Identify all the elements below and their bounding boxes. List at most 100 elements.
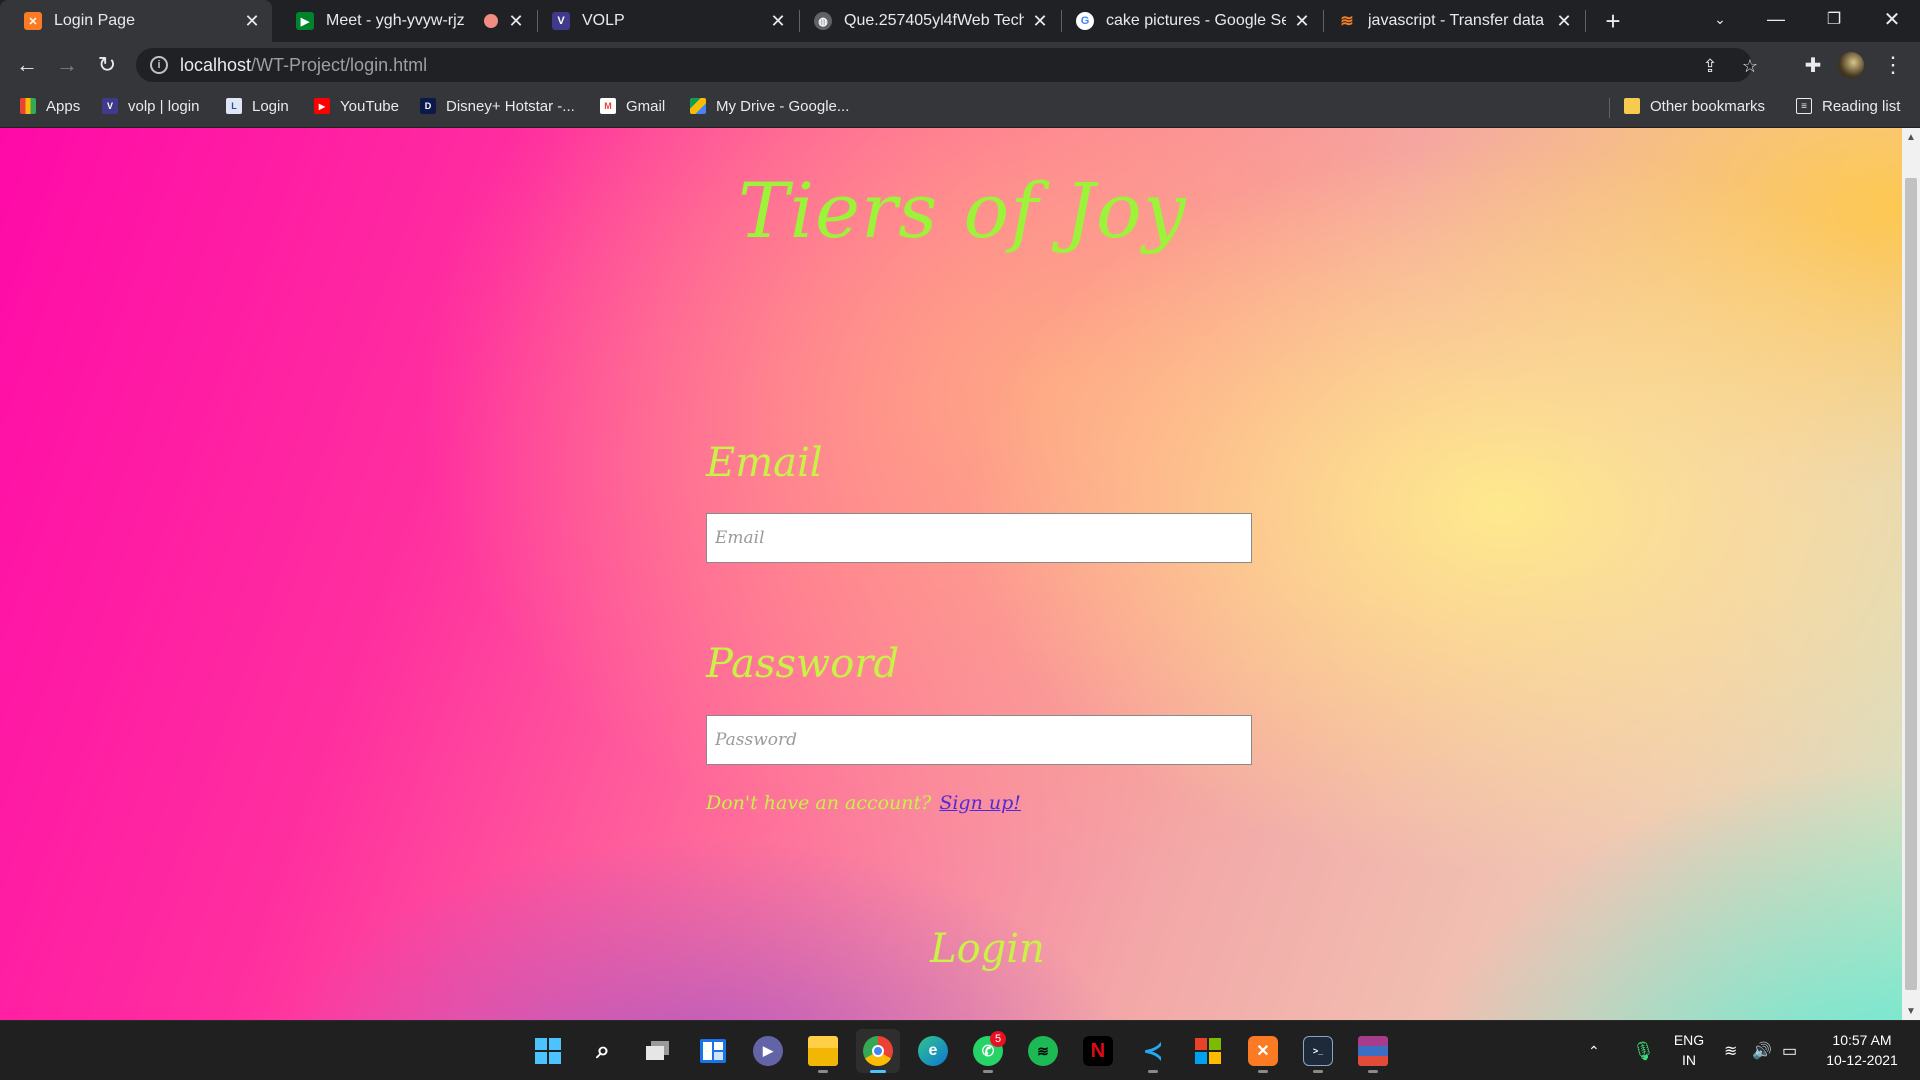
restore-icon[interactable]: ❐ — [1806, 0, 1862, 38]
battery-icon[interactable]: ▭ — [1782, 1021, 1797, 1080]
region-code: IN — [1682, 1052, 1696, 1068]
volp-icon: V — [102, 98, 118, 114]
start-button[interactable] — [526, 1029, 570, 1073]
bookmark-my-drive[interactable]: My Drive - Google... — [690, 88, 849, 124]
close-icon[interactable]: ✕ — [1554, 11, 1574, 31]
profile-avatar[interactable] — [1838, 52, 1864, 78]
page-scrollbar[interactable]: ▲ ▼ — [1902, 128, 1920, 1020]
volume-icon[interactable]: 🔊 — [1752, 1021, 1772, 1080]
wifi-icon[interactable]: ≋ — [1724, 1021, 1737, 1080]
signup-link[interactable]: Sign up! — [939, 792, 1021, 814]
reading-list-button[interactable]: ≡ Reading list — [1796, 88, 1900, 124]
spotify-taskbar-button[interactable]: ≋ — [1021, 1029, 1065, 1073]
spotify-icon: ≋ — [1028, 1036, 1058, 1066]
info-icon[interactable]: i — [150, 56, 168, 74]
reload-icon[interactable]: ↻ — [92, 50, 122, 80]
bookmark-apps[interactable]: Apps — [20, 88, 80, 124]
clock[interactable]: 10:57 AM 10-12-2021 — [1814, 1030, 1910, 1070]
window-close-icon[interactable]: ✕ — [1864, 0, 1920, 38]
bookmark-disney-hotstar[interactable]: D Disney+ Hotstar -... — [420, 88, 575, 124]
teams-chat-button[interactable]: ▶ — [746, 1029, 790, 1073]
tab-javascript-transfer-data[interactable]: ≋ javascript - Transfer data fro ✕ — [1314, 0, 1584, 42]
close-icon[interactable]: ✕ — [768, 11, 788, 31]
notification-badge: 5 — [990, 1031, 1006, 1047]
close-icon[interactable]: ✕ — [242, 11, 262, 31]
bookmark-gmail[interactable]: M Gmail — [600, 88, 665, 124]
back-arrow-icon[interactable]: ← — [12, 50, 42, 80]
tab-search-chevron-icon[interactable]: ⌄ — [1692, 0, 1748, 38]
edge-taskbar-button[interactable]: e — [911, 1029, 955, 1073]
bookmark-login[interactable]: L Login — [226, 88, 289, 124]
bookmark-label: Disney+ Hotstar -... — [446, 97, 575, 115]
login-site-icon: L — [226, 98, 242, 114]
scroll-up-arrow-icon[interactable]: ▲ — [1902, 128, 1920, 146]
address-bar[interactable]: i localhost/WT-Project/login.html ⇪ ☆ — [136, 48, 1758, 82]
scrollbar-thumb[interactable] — [1905, 178, 1917, 990]
reading-list-label: Reading list — [1822, 97, 1901, 115]
file-explorer-button[interactable] — [801, 1029, 845, 1073]
gmail-icon: M — [600, 98, 616, 114]
running-indicator — [1368, 1070, 1378, 1073]
tab-strip: ✕ Login Page ✕ ▶ Meet - ygh-yvyw-rjz ✕ V… — [0, 0, 1920, 42]
search-button[interactable]: ⌕ — [581, 1029, 625, 1073]
share-icon[interactable]: ⇪ — [1700, 56, 1720, 76]
bookmark-label: Apps — [46, 97, 81, 115]
new-tab-plus-icon[interactable]: + — [1598, 6, 1628, 36]
tab-title: Login Page — [54, 12, 135, 29]
microphone-icon[interactable]: 🎙 — [1632, 1021, 1655, 1080]
extensions-puzzle-icon[interactable]: ✚ — [1800, 52, 1826, 78]
youtube-icon: ▶ — [314, 98, 330, 114]
bookmark-youtube[interactable]: ▶ YouTube — [314, 88, 399, 124]
login-button[interactable]: Login — [930, 926, 1045, 972]
password-field[interactable] — [706, 715, 1252, 765]
running-indicator — [1258, 1070, 1268, 1073]
url-host: localhost — [180, 54, 252, 75]
running-indicator — [1148, 1070, 1158, 1073]
winrar-taskbar-button[interactable] — [1351, 1029, 1395, 1073]
language-indicator[interactable]: ENG IN — [1664, 1030, 1714, 1070]
xampp-icon: ✕ — [1248, 1036, 1278, 1066]
brand-title: Tiers of Joy — [738, 166, 1187, 255]
task-view-button[interactable] — [636, 1029, 680, 1073]
tab-cake-pictures[interactable]: G cake pictures - Google Sear ✕ — [1052, 0, 1322, 42]
xampp-taskbar-button[interactable]: ✕ — [1241, 1029, 1285, 1073]
volp-icon: V — [552, 12, 570, 30]
bookmark-volp-login[interactable]: V volp | login — [102, 88, 199, 124]
close-icon[interactable]: ✕ — [1292, 11, 1312, 31]
show-hidden-icons-chevron-icon[interactable]: ⌃ — [1588, 1021, 1600, 1080]
chrome-taskbar-button[interactable] — [856, 1029, 900, 1073]
url-text[interactable]: localhost/WT-Project/login.html — [180, 55, 427, 76]
tab-volp[interactable]: V VOLP ✕ — [528, 0, 798, 42]
scroll-down-arrow-icon[interactable]: ▼ — [1902, 1002, 1920, 1020]
signup-prompt-text: Don't have an account? — [706, 792, 932, 814]
email-label: Email — [706, 440, 823, 486]
netflix-taskbar-button[interactable]: N — [1076, 1029, 1120, 1073]
close-icon[interactable]: ✕ — [506, 11, 526, 31]
windows-taskbar: ⌕ ▶ e ✆ 5 ≋ N ≺ ✕ >_ ⌃ 🎙 ENG IN ≋ 🔊 ▭ 10… — [0, 1020, 1920, 1080]
tab-que-web-technologies[interactable]: ◍ Que.257405yl4fWeb Technc ✕ — [790, 0, 1060, 42]
widgets-icon — [698, 1036, 728, 1066]
chrome-icon — [863, 1036, 893, 1066]
tab-login-page[interactable]: ✕ Login Page ✕ — [0, 0, 272, 42]
reading-list-icon: ≡ — [1796, 98, 1812, 114]
url-path: /WT-Project/login.html — [251, 54, 428, 75]
bookmark-other-bookmarks[interactable]: Other bookmarks — [1624, 88, 1765, 124]
forward-arrow-icon[interactable]: → — [52, 50, 82, 80]
signup-prompt-line: Don't have an account? Sign up! — [706, 792, 1021, 814]
email-field[interactable] — [706, 513, 1252, 563]
tab-meet[interactable]: ▶ Meet - ygh-yvyw-rjz ✕ — [272, 0, 536, 42]
bookmark-label: Gmail — [626, 97, 666, 115]
whatsapp-taskbar-button[interactable]: ✆ 5 — [966, 1029, 1010, 1073]
mysql-taskbar-button[interactable]: >_ — [1296, 1029, 1340, 1073]
minimize-icon[interactable]: — — [1748, 0, 1804, 38]
bookmark-star-icon[interactable]: ☆ — [1740, 56, 1760, 76]
close-icon[interactable]: ✕ — [1030, 11, 1050, 31]
running-indicator — [870, 1070, 886, 1073]
widgets-button[interactable] — [691, 1029, 735, 1073]
vscode-taskbar-button[interactable]: ≺ — [1131, 1029, 1175, 1073]
running-indicator — [818, 1070, 828, 1073]
language-code: ENG — [1673, 1032, 1705, 1048]
password-label: Password — [706, 641, 900, 687]
office-taskbar-button[interactable] — [1186, 1029, 1230, 1073]
menu-kebab-icon[interactable]: ⋮ — [1880, 52, 1906, 78]
